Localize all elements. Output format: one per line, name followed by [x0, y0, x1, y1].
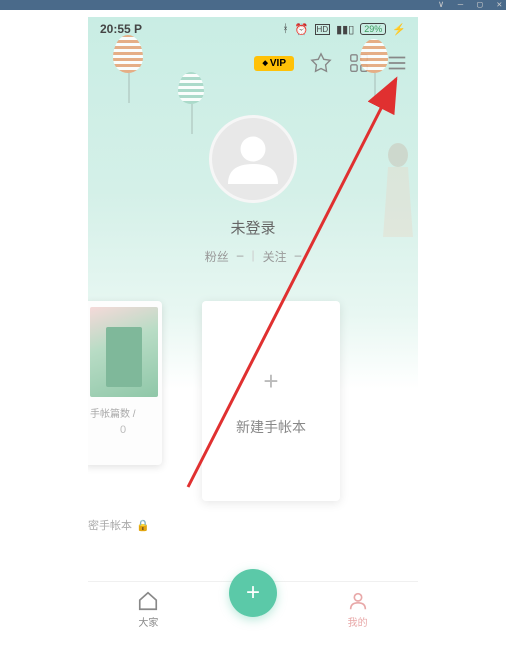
- nav-tab-label: 大家: [138, 614, 158, 629]
- hd-icon: HD: [315, 24, 331, 35]
- create-notebook-card[interactable]: + 新建手帐本: [202, 301, 340, 501]
- create-notebook-label: 新建手帐本: [236, 417, 306, 437]
- bluetooth-icon: ᚼ: [282, 23, 289, 35]
- charging-icon: ⚡: [392, 23, 406, 36]
- window-titlebar: ∨ — ▢ ✕: [0, 0, 506, 10]
- outer-content: 20:55 P ᚼ ⏰ HD ▮▮▯ 29% ⚡ VIP: [0, 10, 506, 645]
- outer-window: ∨ — ▢ ✕ 20:55 P ᚼ ⏰: [0, 0, 506, 645]
- top-actions: VIP: [88, 41, 418, 85]
- stats-row: 粉丝 – | 关注 –: [205, 248, 302, 265]
- lock-icon: 🔒: [136, 519, 150, 532]
- menu-icon[interactable]: [386, 52, 408, 74]
- follow-label[interactable]: 关注: [263, 248, 287, 265]
- signal-icon: ▮▮▯: [336, 23, 354, 36]
- stats-divider: |: [251, 248, 254, 265]
- avatar[interactable]: [209, 115, 297, 203]
- create-fab[interactable]: +: [229, 569, 277, 617]
- person-icon: [347, 590, 369, 612]
- secret-notebook-row[interactable]: 密手帐本 🔒: [88, 517, 418, 533]
- follow-value: –: [295, 248, 302, 265]
- vip-badge[interactable]: VIP: [254, 56, 294, 71]
- login-status[interactable]: 未登录: [230, 217, 275, 238]
- battery-indicator: 29%: [360, 23, 386, 35]
- status-bar: 20:55 P ᚼ ⏰ HD ▮▮▯ 29% ⚡: [88, 17, 418, 41]
- nav-tab-everyone[interactable]: 大家: [108, 590, 188, 629]
- favorite-icon[interactable]: [310, 52, 332, 74]
- status-indicator: P: [134, 22, 142, 36]
- plus-icon: +: [263, 366, 278, 397]
- window-minimize[interactable]: —: [458, 0, 463, 10]
- window-close[interactable]: ✕: [497, 0, 502, 10]
- window-maximize[interactable]: ▢: [477, 0, 482, 10]
- notebook-thumbnail: [90, 307, 158, 397]
- fans-value: –: [237, 248, 244, 265]
- status-time: 20:55: [100, 22, 131, 36]
- notebook-count: 0: [90, 424, 156, 436]
- notebook-card[interactable]: ✕ 手帐篇数 / 0: [88, 301, 162, 465]
- nav-tab-label: 我的: [348, 614, 368, 629]
- plus-icon: +: [246, 579, 260, 607]
- window-dropdown[interactable]: ∨: [438, 0, 443, 10]
- door-graphic: [106, 327, 142, 387]
- profile-section: 未登录 粉丝 – | 关注 –: [88, 115, 418, 265]
- home-icon: [137, 590, 159, 612]
- notebook-meta-label: 手帐篇数 /: [90, 405, 156, 420]
- person-icon: [223, 129, 283, 189]
- phone-screen: 20:55 P ᚼ ⏰ HD ▮▮▯ 29% ⚡ VIP: [88, 17, 418, 637]
- grid-icon[interactable]: [348, 52, 370, 74]
- alarm-icon: ⏰: [295, 23, 309, 36]
- fans-label[interactable]: 粉丝: [205, 248, 229, 265]
- secret-notebook-label: 密手帐本: [88, 517, 132, 533]
- nav-tab-mine[interactable]: 我的: [318, 590, 398, 629]
- notebook-area: ✕ 手帐篇数 / 0 + 新建手帐本: [88, 301, 418, 501]
